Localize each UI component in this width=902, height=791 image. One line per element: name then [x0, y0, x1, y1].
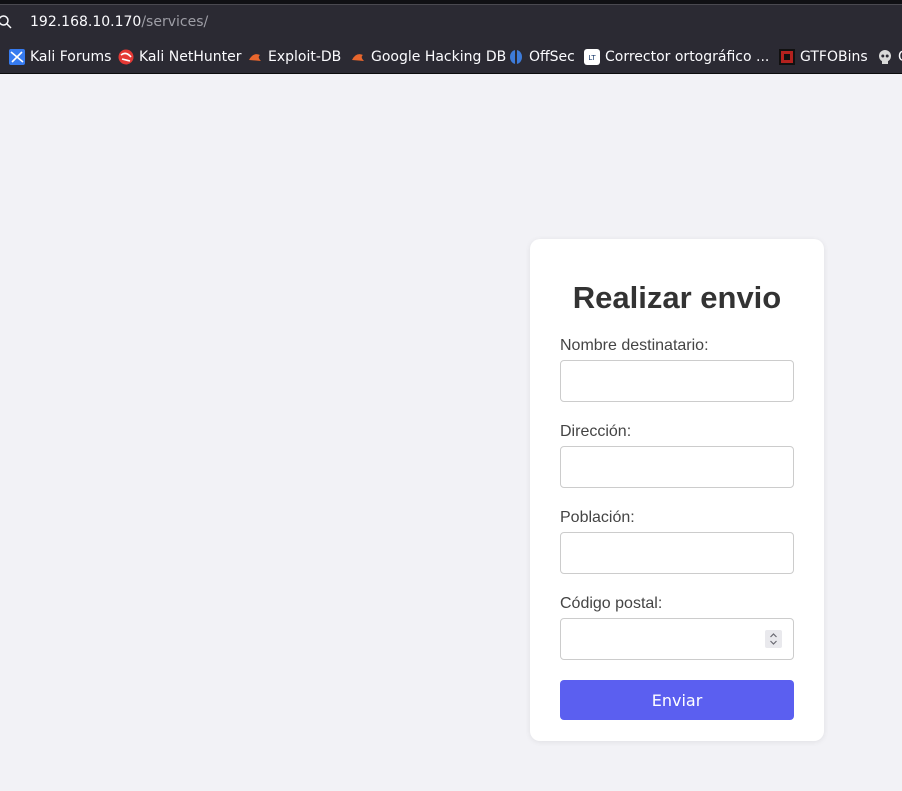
- city-input[interactable]: [560, 532, 794, 574]
- kali-nethunter-icon: [118, 49, 134, 65]
- bookmark-corrector[interactable]: LT Corrector ortográfico ...: [584, 48, 769, 66]
- bookmark-label: Google Hacking DB: [371, 49, 507, 65]
- postal-code-label: Código postal:: [560, 595, 663, 612]
- recipient-name-label: Nombre destinatario:: [560, 337, 709, 354]
- gtfobins-icon: [779, 49, 795, 65]
- bookmark-overflow[interactable]: G: [877, 48, 902, 66]
- bookmark-kali-nethunter[interactable]: Kali NetHunter: [118, 48, 241, 66]
- address-label: Dirección:: [560, 423, 632, 440]
- bookmark-label: Exploit-DB: [268, 49, 342, 65]
- postal-code-input[interactable]: [560, 618, 794, 660]
- number-spinner[interactable]: [765, 630, 782, 648]
- exploit-db-icon: [247, 49, 263, 65]
- shipping-form-card: Realizar envio Nombre destinatario: Dire…: [530, 239, 824, 741]
- bookmark-label: OffSec: [529, 49, 575, 65]
- kali-forums-icon: [9, 49, 25, 65]
- bookmark-label: G: [898, 49, 902, 65]
- svg-text:LT: LT: [588, 54, 596, 62]
- url-host: 192.168.10.170: [30, 14, 142, 30]
- city-label: Población:: [560, 509, 635, 526]
- ghdb-icon: [350, 49, 366, 65]
- bookmark-label: Kali NetHunter: [139, 49, 242, 65]
- bookmark-label: Kali Forums: [30, 49, 112, 65]
- languagetool-icon: LT: [584, 49, 600, 65]
- chevron-down-icon: [770, 640, 777, 645]
- submit-button[interactable]: Enviar: [560, 680, 794, 720]
- search-icon: [0, 15, 12, 29]
- address-bar[interactable]: 192.168.10.170/services/: [0, 4, 902, 38]
- form-title: Realizar envio: [572, 280, 782, 315]
- bookmark-label: Corrector ortográfico ...: [605, 49, 770, 65]
- bookmark-kali-forums[interactable]: Kali Forums: [9, 48, 111, 66]
- offsec-icon: [508, 49, 524, 65]
- url-text[interactable]: 192.168.10.170/services/: [30, 14, 208, 30]
- chevron-up-icon: [770, 633, 777, 638]
- bookmark-exploit-db[interactable]: Exploit-DB: [247, 48, 341, 66]
- bookmark-offsec[interactable]: OffSec: [508, 48, 575, 66]
- recipient-name-input[interactable]: [560, 360, 794, 402]
- bookmarks-toolbar: Kali Forums Kali NetHunter Exploit-DB Go…: [0, 38, 902, 74]
- bookmark-label: GTFOBins: [800, 49, 868, 65]
- url-path: /services/: [141, 14, 209, 30]
- bookmark-ghdb[interactable]: Google Hacking DB: [350, 48, 506, 66]
- address-input[interactable]: [560, 446, 794, 488]
- skull-icon: [877, 49, 893, 65]
- bookmark-gtfobins[interactable]: GTFOBins: [779, 48, 868, 66]
